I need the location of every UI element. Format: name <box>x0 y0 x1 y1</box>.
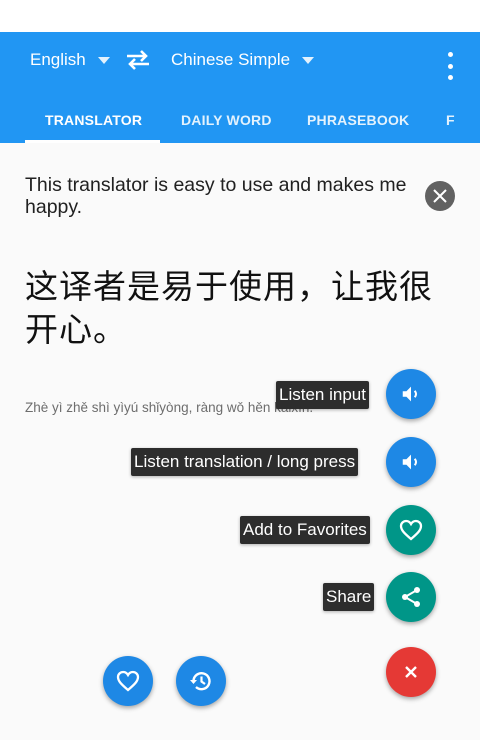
add-favorites-button[interactable] <box>386 505 436 555</box>
share-button[interactable] <box>386 572 436 622</box>
more-vert-icon <box>447 52 453 57</box>
app-bar: English Chinese Simple TRANSLATOR DAILY … <box>0 32 480 143</box>
listen-input-button[interactable] <box>386 369 436 419</box>
share-label[interactable]: Share <box>323 583 375 611</box>
history-icon <box>190 672 211 691</box>
clear-input-button[interactable] <box>425 181 455 211</box>
status-bar <box>0 0 480 32</box>
favorites-button[interactable] <box>103 656 153 706</box>
history-button[interactable] <box>176 656 226 706</box>
tab-bar: TRANSLATOR DAILY WORD PHRASEBOOK F <box>0 96 480 143</box>
pinyin-text: Zhè yì zhě shì yìyú shǐyòng, ràng wǒ hěn… <box>25 400 314 415</box>
tab-indicator <box>25 140 160 143</box>
heart-icon <box>399 519 423 541</box>
tab-overflow[interactable]: F <box>446 112 455 128</box>
dropdown-caret-icon <box>97 56 110 64</box>
close-icon <box>405 666 417 678</box>
source-text-input[interactable]: This translator is easy to use and makes… <box>25 174 435 218</box>
tab-translator[interactable]: TRANSLATOR <box>45 112 142 128</box>
more-options-button[interactable] <box>440 52 460 80</box>
tab-phrasebook[interactable]: PHRASEBOOK <box>307 112 409 128</box>
language-selector-row: English Chinese Simple <box>0 32 480 90</box>
add-favorites-label[interactable]: Add to Favorites <box>240 516 370 544</box>
listen-translation-label[interactable]: Listen translation / long press <box>131 448 359 476</box>
source-language-dropdown[interactable]: English <box>30 50 110 70</box>
translation-output: 这译者是易于使用，让我很开心。 <box>25 267 433 349</box>
listen-input-label[interactable]: Listen input <box>276 381 369 409</box>
target-language-dropdown[interactable]: Chinese Simple <box>171 50 315 70</box>
swap-arrows-icon <box>127 50 149 70</box>
source-language-label: English <box>30 50 86 69</box>
heart-icon <box>116 670 140 692</box>
swap-languages-button[interactable] <box>125 48 151 72</box>
dropdown-caret-icon <box>302 56 315 64</box>
target-language-label: Chinese Simple <box>171 50 291 69</box>
share-icon <box>402 587 420 607</box>
volume-icon <box>402 386 418 402</box>
listen-translation-button[interactable] <box>386 437 436 487</box>
volume-icon <box>402 454 418 470</box>
close-icon <box>433 189 447 203</box>
tab-daily-word[interactable]: DAILY WORD <box>181 112 272 128</box>
close-speed-dial-button[interactable] <box>386 647 436 697</box>
